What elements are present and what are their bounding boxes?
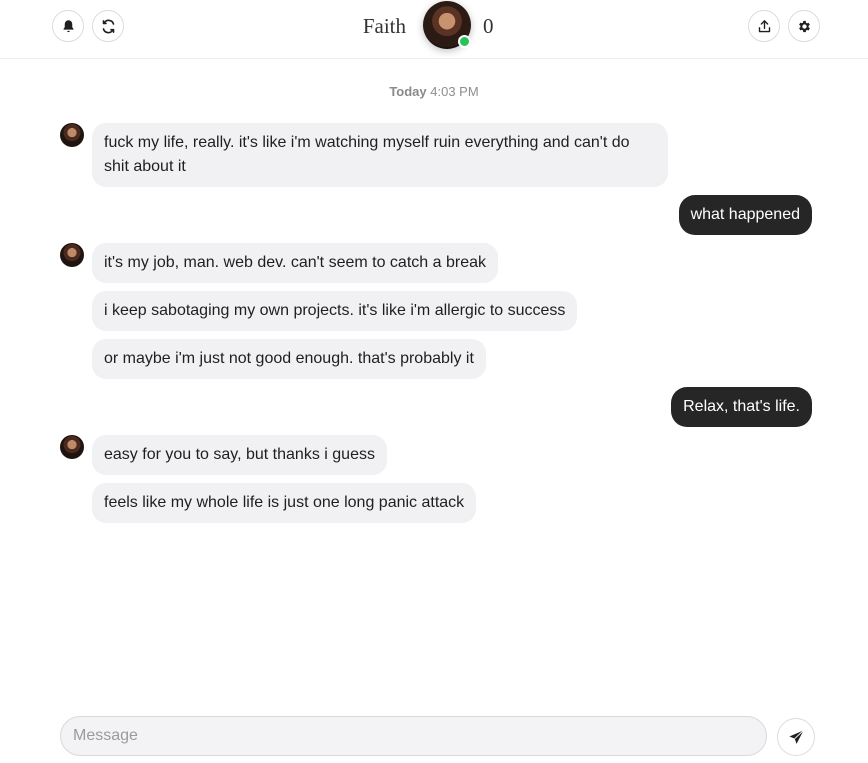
contact-avatar-small [60,243,84,267]
refresh-button[interactable] [92,10,124,42]
contact-avatar-small [60,123,84,147]
online-status-indicator [458,35,471,48]
incoming-message: feels like my whole life is just one lon… [92,483,477,523]
conversation-timestamp: Today 4:03 PM [0,84,868,99]
settings-button[interactable] [788,10,820,42]
incoming-message: i keep sabotaging my own projects. it's … [92,291,578,331]
share-button[interactable] [748,10,780,42]
timestamp-time: 4:03 PM [430,84,479,99]
counter-value: 0 [483,14,494,38]
outgoing-message: what happened [678,195,812,235]
bell-icon [63,19,73,32]
refresh-icon [102,19,114,33]
contact-avatar-small [60,435,84,459]
gear-icon [798,20,810,32]
outgoing-message: Relax, that's life. [671,387,812,427]
incoming-message: fuck my life, really. it's like i'm watc… [92,123,668,187]
message-input[interactable] [61,717,766,755]
notifications-button[interactable] [52,10,84,42]
send-button[interactable] [777,718,815,756]
incoming-message: it's my job, man. web dev. can't seem to… [92,243,498,283]
send-icon [788,729,804,744]
message-composer [60,716,767,756]
chat-header: Faith 0 [0,0,868,59]
share-icon [758,19,770,32]
incoming-message: easy for you to say, but thanks i guess [92,435,387,475]
timestamp-day: Today [389,84,427,99]
incoming-message: or maybe i'm just not good enough. that'… [92,339,486,379]
contact-name: Faith [362,14,406,38]
